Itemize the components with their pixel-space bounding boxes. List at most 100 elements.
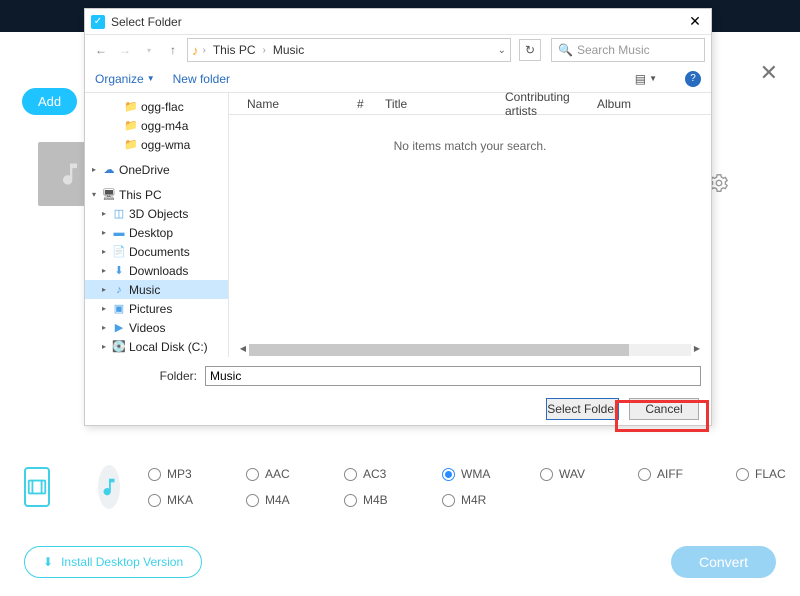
expand-icon[interactable]: ▸ — [99, 304, 109, 313]
music-icon: ♪ — [112, 284, 126, 296]
expand-icon[interactable]: ▸ — [99, 209, 109, 218]
new-folder-button[interactable]: New folder — [173, 72, 230, 86]
format-m4a[interactable]: M4A — [246, 493, 306, 507]
address-bar[interactable]: ♪ › This PC › Music ⌄ — [187, 38, 511, 62]
format-label: MKA — [167, 493, 193, 507]
chevron-down-icon[interactable]: ⌄ — [498, 45, 506, 56]
column-name[interactable]: Name — [241, 97, 351, 111]
expand-icon[interactable]: ▸ — [99, 285, 109, 294]
format-m4r[interactable]: M4R — [442, 493, 502, 507]
folder-tree[interactable]: 📁ogg-flac 📁ogg-m4a 📁ogg-wma ▸☁OneDrive ▾… — [85, 93, 229, 357]
back-icon[interactable]: ← — [91, 40, 111, 60]
chevron-right-icon: › — [263, 45, 266, 56]
refresh-icon[interactable]: ↻ — [519, 39, 541, 61]
download-icon: ⬇ — [112, 264, 126, 277]
dialog-buttons: Select Folder Cancel — [85, 389, 711, 429]
chevron-right-icon: › — [203, 45, 206, 56]
breadcrumb[interactable]: Music — [270, 43, 307, 57]
scroll-right-icon[interactable]: ▶ — [691, 344, 703, 356]
picture-icon: ▣ — [112, 302, 126, 315]
tree-item[interactable]: ▸▬Desktop — [85, 223, 228, 242]
expand-icon[interactable]: ▸ — [99, 342, 109, 351]
scroll-track[interactable] — [249, 344, 691, 356]
chevron-down-icon: ▼ — [649, 74, 657, 83]
folder-input[interactable] — [205, 366, 701, 386]
cloud-icon: ☁ — [102, 163, 116, 176]
tree-item[interactable]: 📁ogg-m4a — [85, 116, 228, 135]
dialog-titlebar: ✓ Select Folder ✕ — [85, 9, 711, 35]
radio-icon — [638, 468, 651, 481]
format-mp3[interactable]: MP3 — [148, 467, 208, 481]
format-aac[interactable]: AAC — [246, 467, 306, 481]
video-format-icon[interactable] — [24, 467, 50, 507]
recent-dropdown-icon[interactable]: ▾ — [139, 40, 159, 60]
search-input[interactable]: 🔍 Search Music — [551, 38, 705, 62]
scroll-thumb[interactable] — [249, 344, 629, 356]
tree-item[interactable]: ▸▶Videos — [85, 318, 228, 337]
format-label: MP3 — [167, 467, 192, 481]
help-icon[interactable]: ? — [685, 71, 701, 87]
format-label: FLAC — [755, 467, 786, 481]
organize-menu[interactable]: Organize▼ — [95, 72, 155, 86]
up-icon[interactable]: ↑ — [163, 40, 183, 60]
format-wma[interactable]: WMA — [442, 467, 502, 481]
radio-icon — [148, 468, 161, 481]
radio-icon — [540, 468, 553, 481]
bottom-bar: ⬇ Install Desktop Version Convert — [24, 546, 776, 578]
chevron-down-icon: ▼ — [147, 74, 155, 83]
column-title[interactable]: Title — [379, 97, 499, 111]
expand-icon[interactable]: ▸ — [99, 247, 109, 256]
scroll-left-icon[interactable]: ◀ — [237, 344, 249, 356]
audio-format-icon[interactable] — [98, 465, 120, 509]
expand-icon[interactable]: ▸ — [99, 266, 109, 275]
column-headers[interactable]: Name # Title Contributing artists Album — [229, 93, 711, 115]
add-button[interactable]: Add — [22, 88, 77, 115]
format-mka[interactable]: MKA — [148, 493, 208, 507]
install-desktop-button[interactable]: ⬇ Install Desktop Version — [24, 546, 202, 578]
format-selector: MP3AACAC3WMAWAVAIFFFLAC MKAM4AM4BM4R — [24, 456, 776, 518]
tree-item[interactable]: 📁ogg-wma — [85, 135, 228, 154]
tree-item[interactable]: ▸📄Documents — [85, 242, 228, 261]
expand-icon[interactable]: ▸ — [99, 323, 109, 332]
select-folder-button[interactable]: Select Folder — [546, 398, 619, 420]
tree-item[interactable]: 📁ogg-flac — [85, 97, 228, 116]
radio-icon — [442, 494, 455, 507]
view-icon: ▤ — [635, 72, 646, 86]
document-icon: 📄 — [112, 245, 126, 258]
convert-button[interactable]: Convert — [671, 546, 776, 578]
format-flac[interactable]: FLAC — [736, 467, 796, 481]
tree-item[interactable]: ▸⬇Downloads — [85, 261, 228, 280]
folder-label: Folder: — [95, 369, 205, 383]
view-options-button[interactable]: ▤▼ — [635, 72, 657, 86]
format-label: AIFF — [657, 467, 683, 481]
expand-icon[interactable]: ▸ — [99, 228, 109, 237]
column-contrib[interactable]: Contributing artists — [499, 90, 591, 118]
nav-row: ← → ▾ ↑ ♪ › This PC › Music ⌄ ↻ 🔍 Search… — [85, 35, 711, 65]
format-label: AAC — [265, 467, 290, 481]
breadcrumb[interactable]: This PC — [210, 43, 259, 57]
pc-icon: 🖥 — [102, 188, 116, 201]
folder-icon: 📁 — [124, 100, 138, 113]
search-placeholder: Search Music — [577, 43, 650, 57]
tree-item[interactable]: ▸◫3D Objects — [85, 204, 228, 223]
column-album[interactable]: Album — [591, 97, 651, 111]
radio-icon — [148, 494, 161, 507]
tree-item-onedrive[interactable]: ▸☁OneDrive — [85, 160, 228, 179]
tree-item[interactable]: ▸💽Local Disk (C:) — [85, 337, 228, 356]
column-number[interactable]: # — [351, 97, 379, 111]
horizontal-scrollbar[interactable]: ◀ ▶ — [237, 343, 703, 357]
desktop-icon: ▬ — [112, 227, 126, 239]
close-icon[interactable]: ✕ — [760, 60, 778, 86]
collapse-icon[interactable]: ▾ — [89, 190, 99, 199]
tree-item-music[interactable]: ▸♪Music — [85, 280, 228, 299]
format-aiff[interactable]: AIFF — [638, 467, 698, 481]
tree-item[interactable]: ▸▣Pictures — [85, 299, 228, 318]
file-list: Name # Title Contributing artists Album … — [229, 93, 711, 357]
format-m4b[interactable]: M4B — [344, 493, 404, 507]
tree-item-thispc[interactable]: ▾🖥This PC — [85, 185, 228, 204]
expand-icon[interactable]: ▸ — [89, 165, 99, 174]
format-ac3[interactable]: AC3 — [344, 467, 404, 481]
format-wav[interactable]: WAV — [540, 467, 600, 481]
cancel-button[interactable]: Cancel — [629, 398, 699, 420]
dialog-close-icon[interactable]: ✕ — [685, 13, 705, 30]
